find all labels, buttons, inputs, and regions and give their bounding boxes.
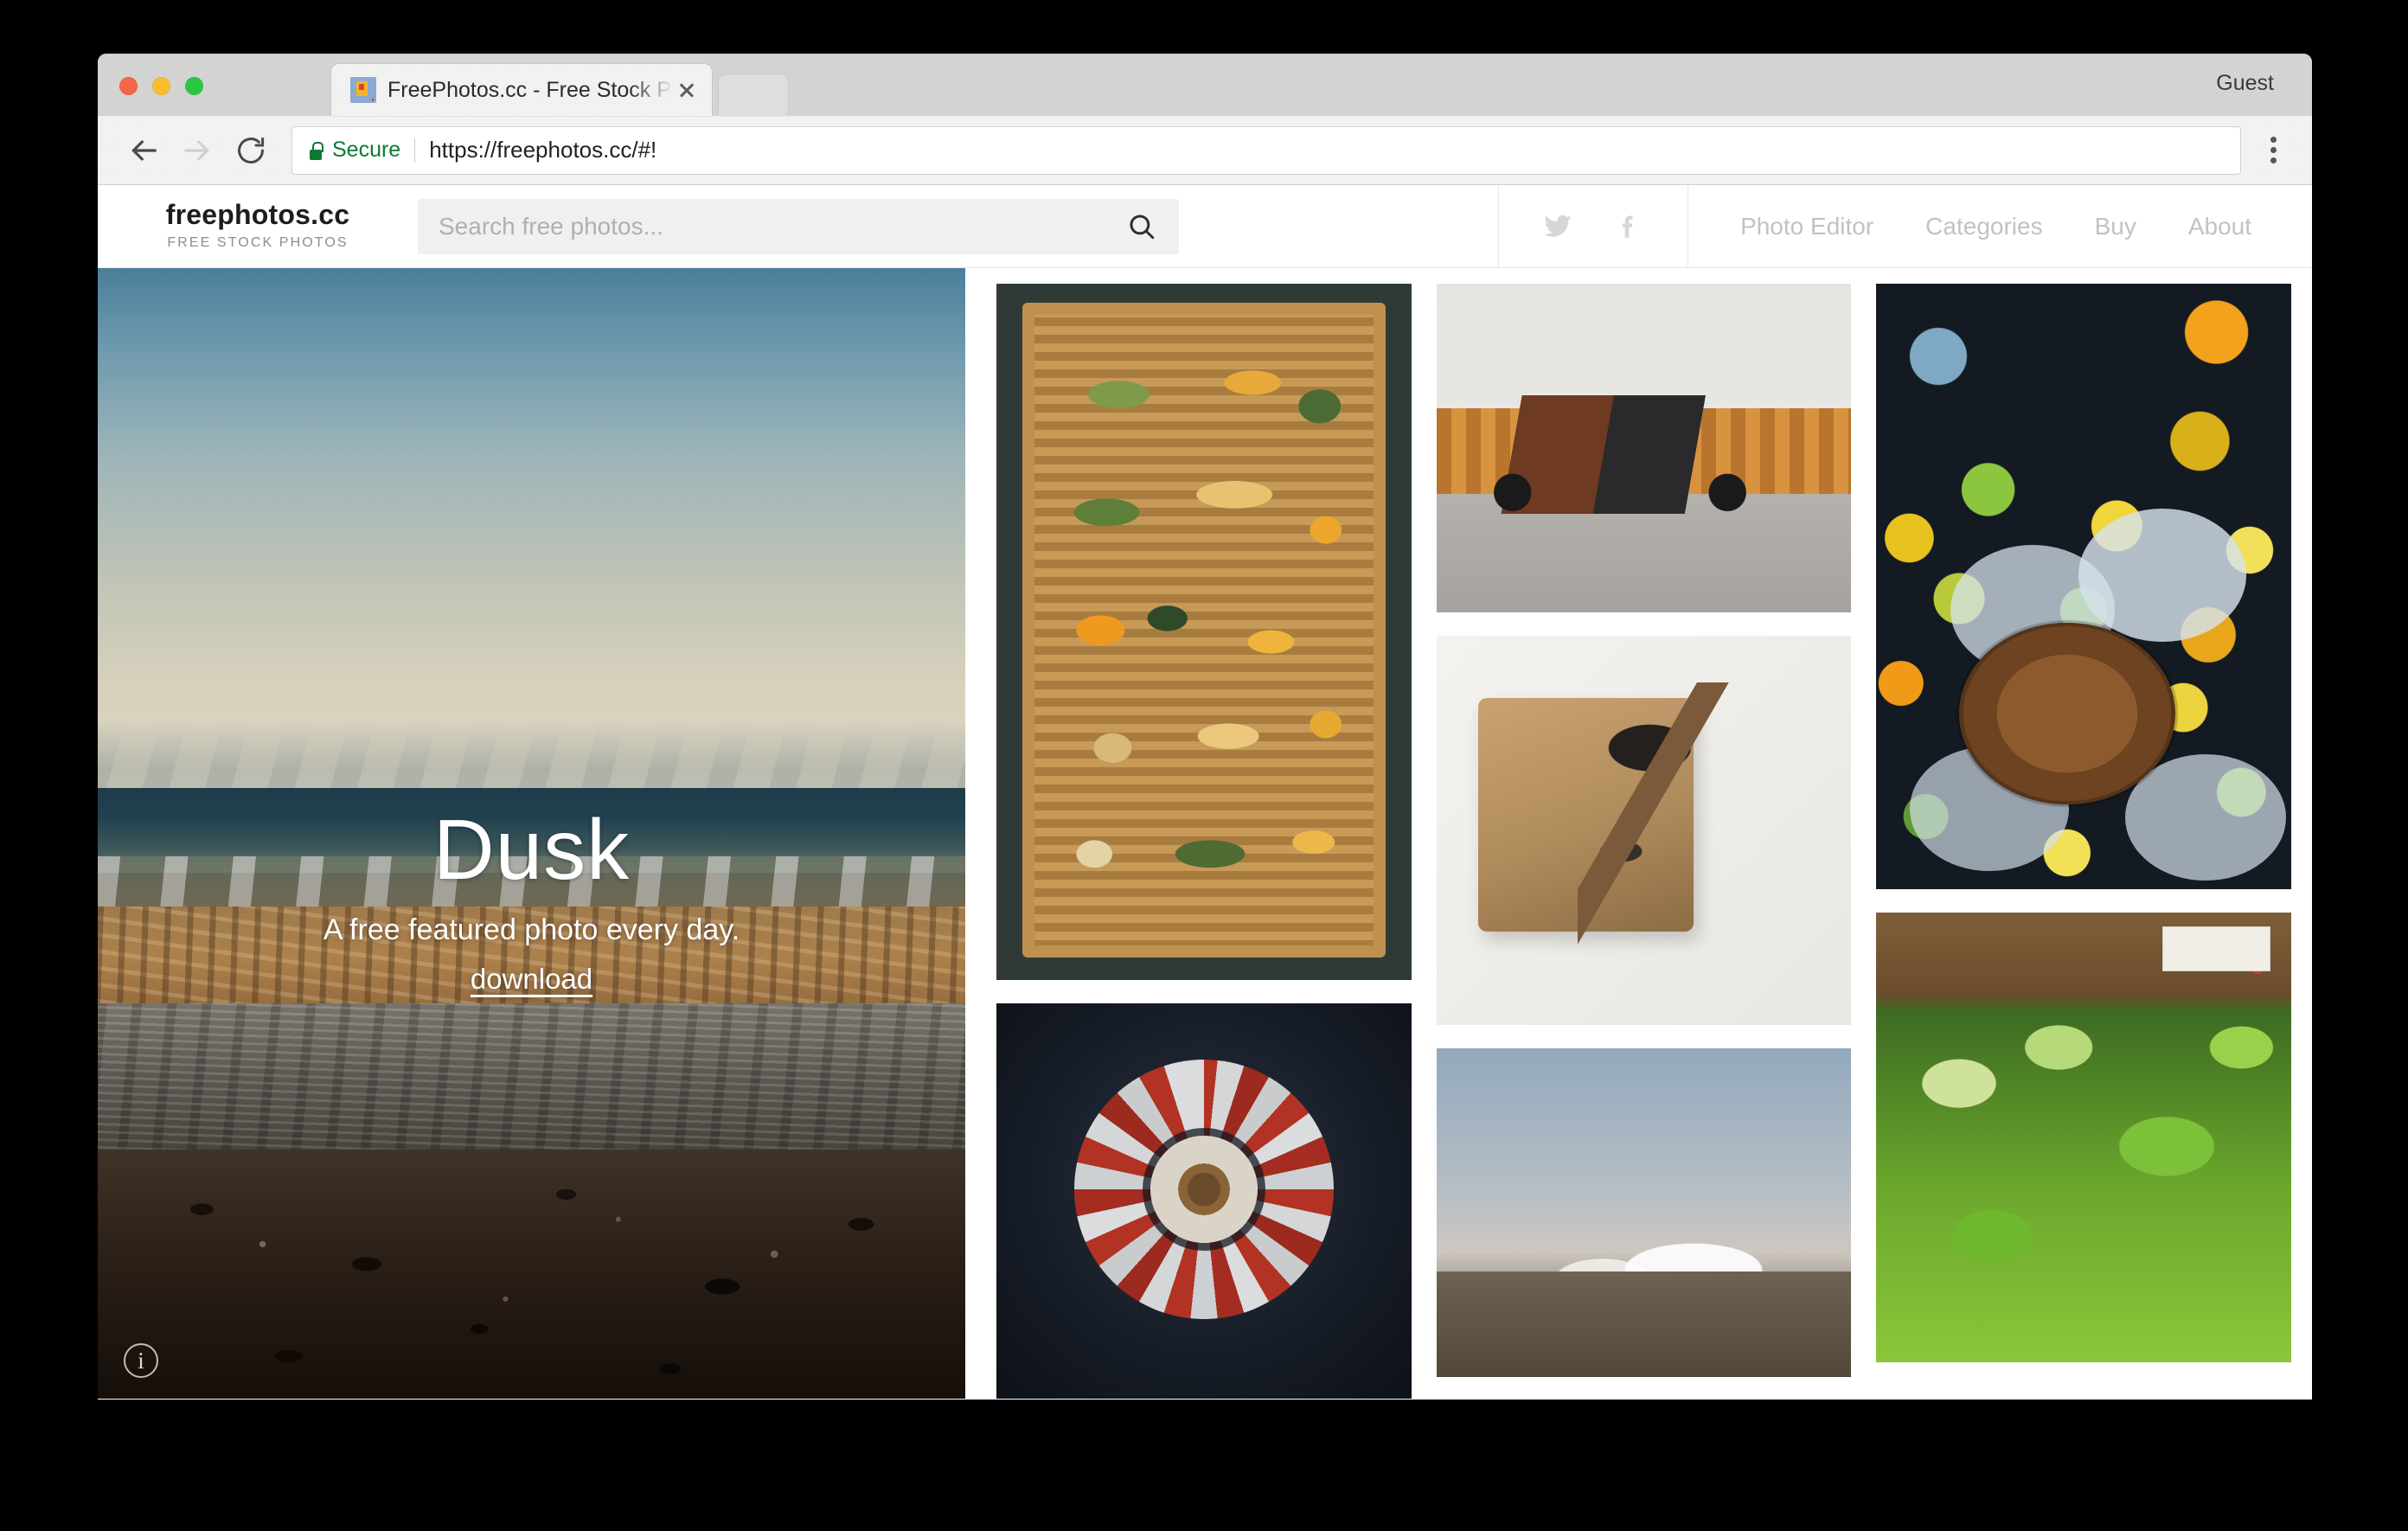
nav-link-categories[interactable]: Categories — [1925, 213, 2042, 240]
photo-thumbnail[interactable] — [1436, 636, 1852, 1025]
photo-thumbnail[interactable] — [1876, 913, 2292, 1362]
browser-toolbar: Secure https://freephotos.cc/#! — [98, 116, 2312, 185]
photo-thumbnail[interactable] — [1876, 284, 2292, 889]
nav-link-buy[interactable]: Buy — [2095, 213, 2136, 240]
brand-tagline: FREE STOCK PHOTOS — [167, 234, 349, 250]
url-text: https://freephotos.cc/#! — [429, 137, 657, 163]
search-icon[interactable] — [1127, 212, 1156, 241]
hero-featured-photo[interactable]: Dusk A free featured photo every day. do… — [98, 268, 965, 1399]
forward-arrow-icon[interactable] — [170, 124, 224, 177]
photo-thumbnail[interactable] — [1436, 1048, 1852, 1377]
security-status-label: Secure — [332, 138, 401, 162]
lock-icon — [308, 141, 323, 160]
web-page: freephotos.cc FREE STOCK PHOTOS Search f… — [98, 185, 2312, 1400]
reload-icon[interactable] — [224, 124, 278, 177]
minimize-window-button[interactable] — [152, 77, 170, 95]
search-input[interactable] — [439, 212, 1127, 240]
photo-thumbnail[interactable] — [1436, 284, 1852, 612]
back-arrow-icon[interactable] — [117, 124, 170, 177]
address-bar[interactable]: Secure https://freephotos.cc/#! — [291, 125, 2241, 175]
freephotos-favicon-icon — [350, 77, 376, 103]
maximize-window-button[interactable] — [185, 77, 203, 95]
photo-grid-column-2 — [1436, 284, 1852, 1399]
close-window-button[interactable] — [119, 77, 138, 95]
brand-name: freephotos.cc — [165, 198, 350, 230]
hero-subtitle: A free featured photo every day. — [323, 913, 740, 946]
three-dot-menu-icon[interactable] — [2250, 124, 2296, 177]
site-logo[interactable]: freephotos.cc FREE STOCK PHOTOS — [98, 185, 418, 267]
hero-download-link[interactable]: download — [471, 963, 592, 996]
nav-link-about[interactable]: About — [2188, 213, 2251, 240]
browser-tab[interactable]: FreePhotos.cc - Free Stock Ph — [331, 64, 712, 116]
photo-thumbnail[interactable] — [996, 1003, 1412, 1399]
photo-grid-column-1 — [996, 284, 1412, 1399]
social-links — [1498, 185, 1689, 267]
tab-title: FreePhotos.cc - Free Stock Ph — [387, 77, 674, 102]
hero-caption: Dusk A free featured photo every day. do… — [98, 801, 965, 996]
omnibox-divider — [414, 138, 416, 163]
main-navigation: Photo Editor Categories Buy About — [1688, 185, 2312, 267]
twitter-icon[interactable] — [1543, 212, 1572, 241]
nav-link-photo-editor[interactable]: Photo Editor — [1740, 213, 1873, 240]
photo-thumbnail[interactable] — [996, 284, 1412, 980]
photo-grid — [965, 268, 2312, 1399]
facebook-icon[interactable] — [1614, 212, 1643, 241]
profile-label[interactable]: Guest — [2216, 71, 2274, 96]
photo-grid-column-3 — [1876, 284, 2292, 1399]
tab-strip: FreePhotos.cc - Free Stock Ph Guest — [98, 54, 2312, 116]
page-content: Dusk A free featured photo every day. do… — [98, 268, 2312, 1399]
header-spacer — [1179, 185, 1498, 267]
site-header: freephotos.cc FREE STOCK PHOTOS Search f… — [98, 185, 2312, 268]
info-icon[interactable]: i — [124, 1343, 158, 1378]
browser-window: FreePhotos.cc - Free Stock Ph Guest Secu… — [98, 54, 2312, 1400]
new-tab-button[interactable] — [719, 74, 788, 116]
hero-title: Dusk — [432, 801, 631, 897]
window-traffic-lights — [119, 77, 203, 95]
close-tab-icon[interactable] — [674, 77, 700, 103]
search-bar[interactable] — [418, 198, 1179, 254]
